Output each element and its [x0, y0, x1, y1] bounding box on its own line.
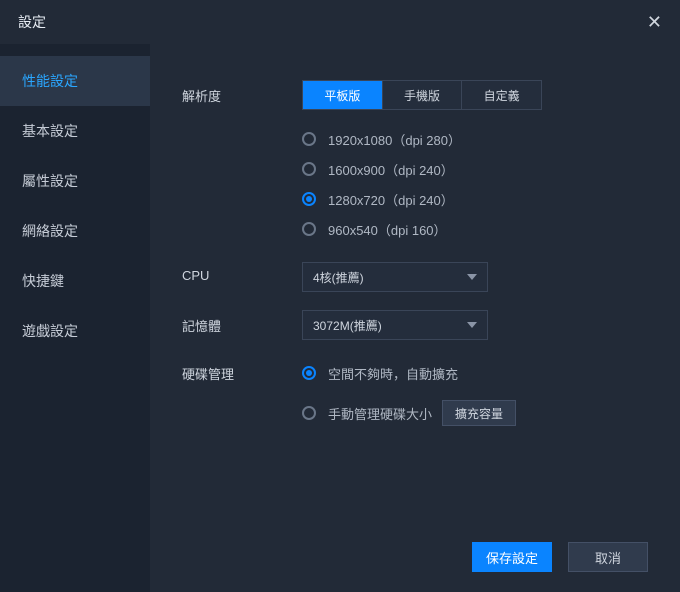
save-button[interactable]: 保存設定 — [472, 542, 552, 572]
disk-option-manual[interactable]: 手動管理硬碟大小 擴充容量 — [302, 398, 648, 428]
titlebar: 設定 ✕ — [0, 0, 680, 44]
row-memory: 記憶體 3072M(推薦) — [182, 310, 648, 340]
close-icon[interactable]: ✕ — [647, 12, 662, 33]
expand-capacity-label: 擴充容量 — [455, 405, 503, 422]
chevron-down-icon — [467, 274, 477, 280]
row-cpu: CPU 4核(推薦) — [182, 262, 648, 292]
cpu-select[interactable]: 4核(推薦) — [302, 262, 488, 292]
expand-capacity-button[interactable]: 擴充容量 — [442, 400, 516, 426]
cpu-value: 4核(推薦) — [313, 269, 364, 286]
sidebar-item-game[interactable]: 遊戯設定 — [0, 306, 150, 356]
sidebar-item-label: 屬性設定 — [22, 171, 78, 191]
radio-icon — [302, 222, 316, 236]
save-label: 保存設定 — [486, 548, 538, 567]
sidebar-item-label: 網絡設定 — [22, 221, 78, 241]
resolution-tab-group: 平板版 手機版 自定義 — [302, 80, 542, 110]
radio-label: 手動管理硬碟大小 — [328, 404, 432, 423]
resolution-option-540[interactable]: 960x540（dpi 160） — [302, 214, 648, 244]
chevron-down-icon — [467, 322, 477, 328]
sidebar-item-label: 遊戯設定 — [22, 321, 78, 341]
radio-icon — [302, 162, 316, 176]
tab-label: 平板版 — [324, 87, 360, 104]
resolution-option-1080[interactable]: 1920x1080（dpi 280） — [302, 124, 648, 154]
memory-value: 3072M(推薦) — [313, 317, 382, 334]
radio-icon — [302, 366, 316, 380]
window-title: 設定 — [18, 12, 46, 32]
radio-label: 1600x900（dpi 240） — [328, 160, 454, 179]
memory-label: 記憶體 — [182, 310, 302, 335]
radio-label: 空間不夠時，自動擴充 — [328, 364, 458, 383]
tab-phone[interactable]: 手機版 — [383, 81, 463, 109]
cancel-label: 取消 — [595, 548, 621, 567]
memory-select[interactable]: 3072M(推薦) — [302, 310, 488, 340]
radio-label: 960x540（dpi 160） — [328, 220, 447, 239]
cancel-button[interactable]: 取消 — [568, 542, 648, 572]
content: 解析度 平板版 手機版 自定義 1920x1080（dpi 280） 1600x… — [150, 44, 680, 592]
row-disk: 硬碟管理 空間不夠時，自動擴充 手動管理硬碟大小 擴充容量 — [182, 358, 648, 428]
radio-label: 1280x720（dpi 240） — [328, 190, 454, 209]
sidebar-item-shortcuts[interactable]: 快捷鍵 — [0, 256, 150, 306]
sidebar-item-network[interactable]: 網絡設定 — [0, 206, 150, 256]
sidebar-item-basic[interactable]: 基本設定 — [0, 106, 150, 156]
resolution-radio-list: 1920x1080（dpi 280） 1600x900（dpi 240） 128… — [302, 124, 648, 244]
sidebar-item-label: 基本設定 — [22, 121, 78, 141]
resolution-option-900[interactable]: 1600x900（dpi 240） — [302, 154, 648, 184]
body: 性能設定 基本設定 屬性設定 網絡設定 快捷鍵 遊戯設定 解析度 平板版 手機版… — [0, 44, 680, 592]
radio-icon — [302, 132, 316, 146]
row-resolution: 解析度 平板版 手機版 自定義 1920x1080（dpi 280） 1600x… — [182, 80, 648, 244]
footer: 保存設定 取消 — [472, 542, 648, 572]
radio-icon — [302, 192, 316, 206]
sidebar-item-label: 性能設定 — [22, 71, 78, 91]
tab-label: 自定義 — [484, 87, 520, 104]
resolution-option-720[interactable]: 1280x720（dpi 240） — [302, 184, 648, 214]
cpu-label: CPU — [182, 262, 302, 283]
radio-label: 1920x1080（dpi 280） — [328, 130, 461, 149]
disk-label: 硬碟管理 — [182, 358, 302, 383]
tab-custom[interactable]: 自定義 — [462, 81, 541, 109]
tab-tablet[interactable]: 平板版 — [303, 81, 383, 109]
sidebar-item-performance[interactable]: 性能設定 — [0, 56, 150, 106]
tab-label: 手機版 — [404, 87, 440, 104]
radio-icon — [302, 406, 316, 420]
sidebar-item-label: 快捷鍵 — [22, 271, 64, 291]
disk-option-auto[interactable]: 空間不夠時，自動擴充 — [302, 358, 648, 388]
sidebar-item-attributes[interactable]: 屬性設定 — [0, 156, 150, 206]
sidebar: 性能設定 基本設定 屬性設定 網絡設定 快捷鍵 遊戯設定 — [0, 44, 150, 592]
resolution-label: 解析度 — [182, 80, 302, 105]
